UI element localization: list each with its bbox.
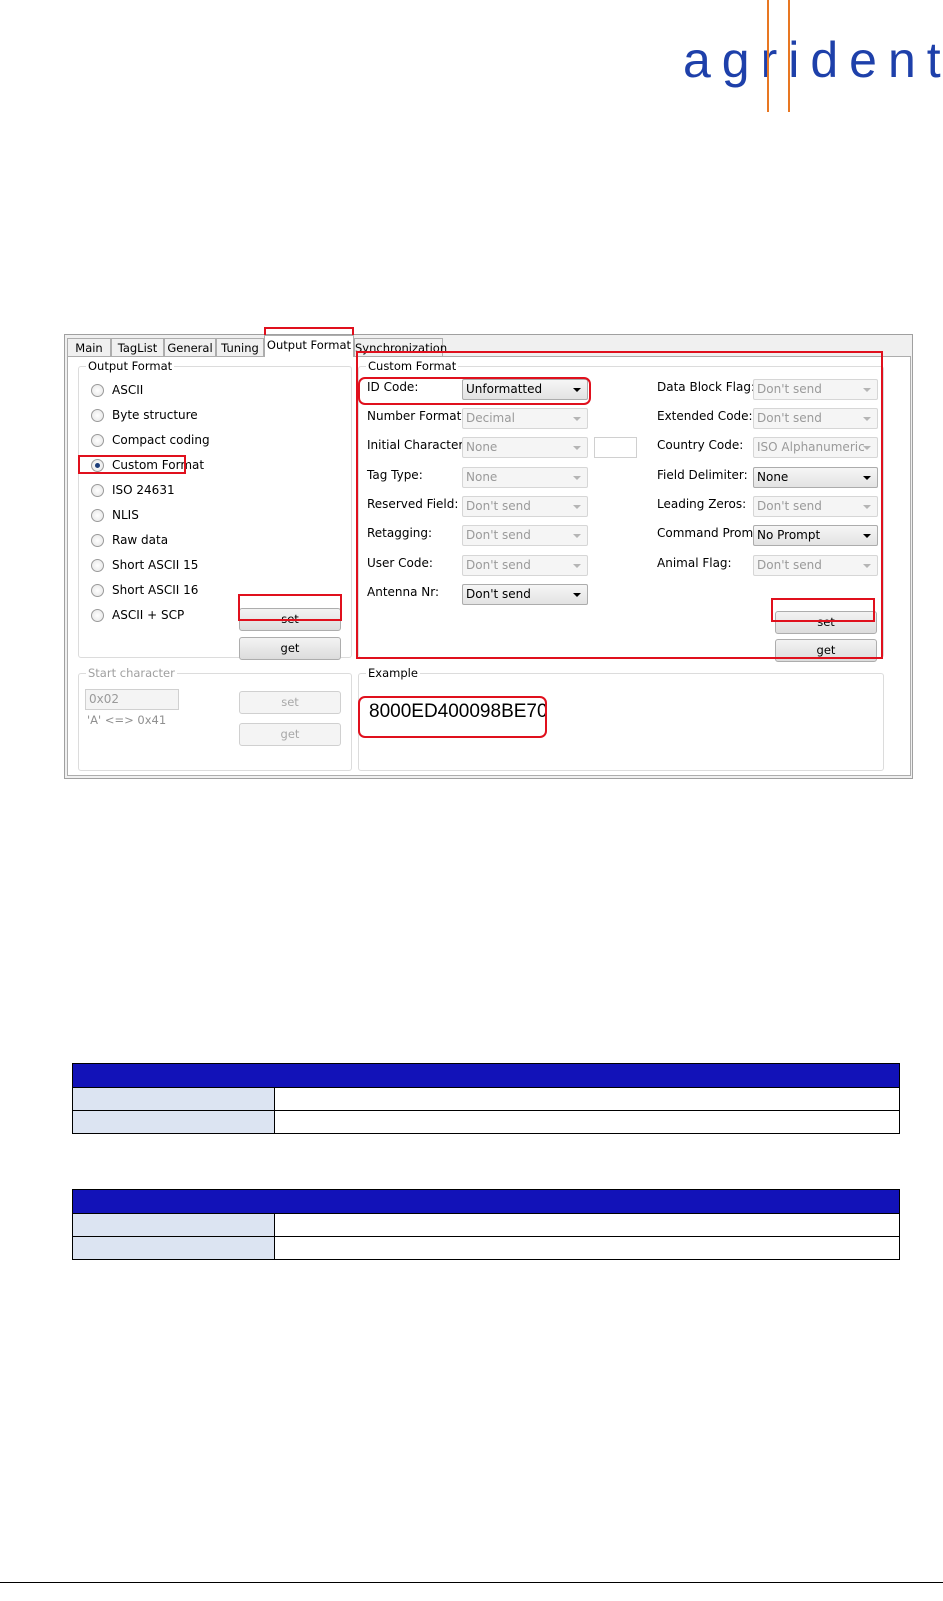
radio-short-ascii-16[interactable]: Short ASCII 16 (91, 581, 198, 599)
table-key-cell (72, 1236, 275, 1260)
radio-compact-coding[interactable]: Compact coding (91, 431, 210, 449)
radio-dot-icon (91, 383, 104, 397)
start-character-input[interactable]: 0x02 (85, 689, 179, 710)
radio-raw-data[interactable]: Raw data (91, 531, 168, 549)
tab-taglist[interactable]: TagList (111, 338, 164, 357)
logo-text: agrident (683, 32, 943, 88)
parameter-table-2 (72, 1189, 900, 1260)
table-row (72, 1110, 900, 1134)
tab-general[interactable]: General (164, 338, 216, 357)
radio-label: Compact coding (112, 433, 210, 447)
table-row (72, 1236, 900, 1260)
radio-dot-icon (91, 533, 104, 547)
radio-dot-icon (91, 483, 104, 497)
start-character-group: Start character 0x02 'A' <=> 0x41 set ge… (78, 666, 352, 771)
tab-output-format[interactable]: Output Format (264, 335, 354, 357)
example-legend: Example (366, 666, 420, 680)
radio-dot-icon (91, 558, 104, 572)
start-character-set-button[interactable]: set (239, 691, 341, 714)
table-value-cell (274, 1087, 900, 1111)
highlight-id-code (358, 377, 591, 405)
radio-label: ASCII (112, 383, 144, 397)
table-key-cell (72, 1087, 275, 1111)
table-value-cell (274, 1110, 900, 1134)
agrident-logo: agrident (683, 0, 943, 112)
radio-ascii[interactable]: ASCII (91, 381, 143, 399)
highlight-custom-format-set (771, 598, 875, 622)
radio-label: Byte structure (112, 408, 198, 422)
start-character-get-button[interactable]: get (239, 723, 341, 746)
logo-bar-right (788, 0, 790, 112)
radio-label: Short ASCII 16 (112, 583, 199, 597)
table-row (72, 1213, 900, 1237)
radio-dot-icon (91, 433, 104, 447)
table-header-cell (72, 1189, 900, 1214)
footer-divider (0, 1582, 943, 1583)
output-format-legend: Output Format (86, 359, 175, 373)
table-header-cell (72, 1063, 900, 1088)
logo-bar-left (767, 0, 769, 112)
radio-nlis[interactable]: NLIS (91, 506, 139, 524)
radio-ascii-scp[interactable]: ASCII + SCP (91, 606, 184, 624)
highlight-output-format-set (238, 594, 342, 621)
highlight-custom-format-radio (78, 455, 186, 474)
table-key-cell (72, 1213, 275, 1237)
radio-label: ASCII + SCP (112, 608, 185, 622)
radio-dot-icon (91, 608, 104, 622)
parameter-table-1 (72, 1063, 900, 1134)
table-value-cell (274, 1213, 900, 1237)
radio-dot-icon (91, 583, 104, 597)
table-value-cell (274, 1236, 900, 1260)
radio-label: ISO 24631 (112, 483, 175, 497)
radio-dot-icon (91, 408, 104, 422)
radio-byte-structure[interactable]: Byte structure (91, 406, 198, 424)
radio-label: NLIS (112, 508, 139, 522)
radio-short-ascii-15[interactable]: Short ASCII 15 (91, 556, 198, 574)
start-character-hint: 'A' <=> 0x41 (87, 713, 167, 727)
radio-dot-icon (91, 508, 104, 522)
radio-label: Raw data (112, 533, 169, 547)
highlight-example-value (358, 696, 547, 738)
tab-main[interactable]: Main (67, 338, 111, 357)
table-key-cell (72, 1110, 275, 1134)
radio-iso-24631[interactable]: ISO 24631 (91, 481, 175, 499)
table-header-row (72, 1189, 900, 1214)
start-character-legend: Start character (86, 666, 177, 680)
tab-tuning[interactable]: Tuning (216, 338, 264, 357)
radio-label: Short ASCII 15 (112, 558, 199, 572)
output-format-get-button[interactable]: get (239, 637, 341, 660)
table-header-row (72, 1063, 900, 1088)
table-row (72, 1087, 900, 1111)
